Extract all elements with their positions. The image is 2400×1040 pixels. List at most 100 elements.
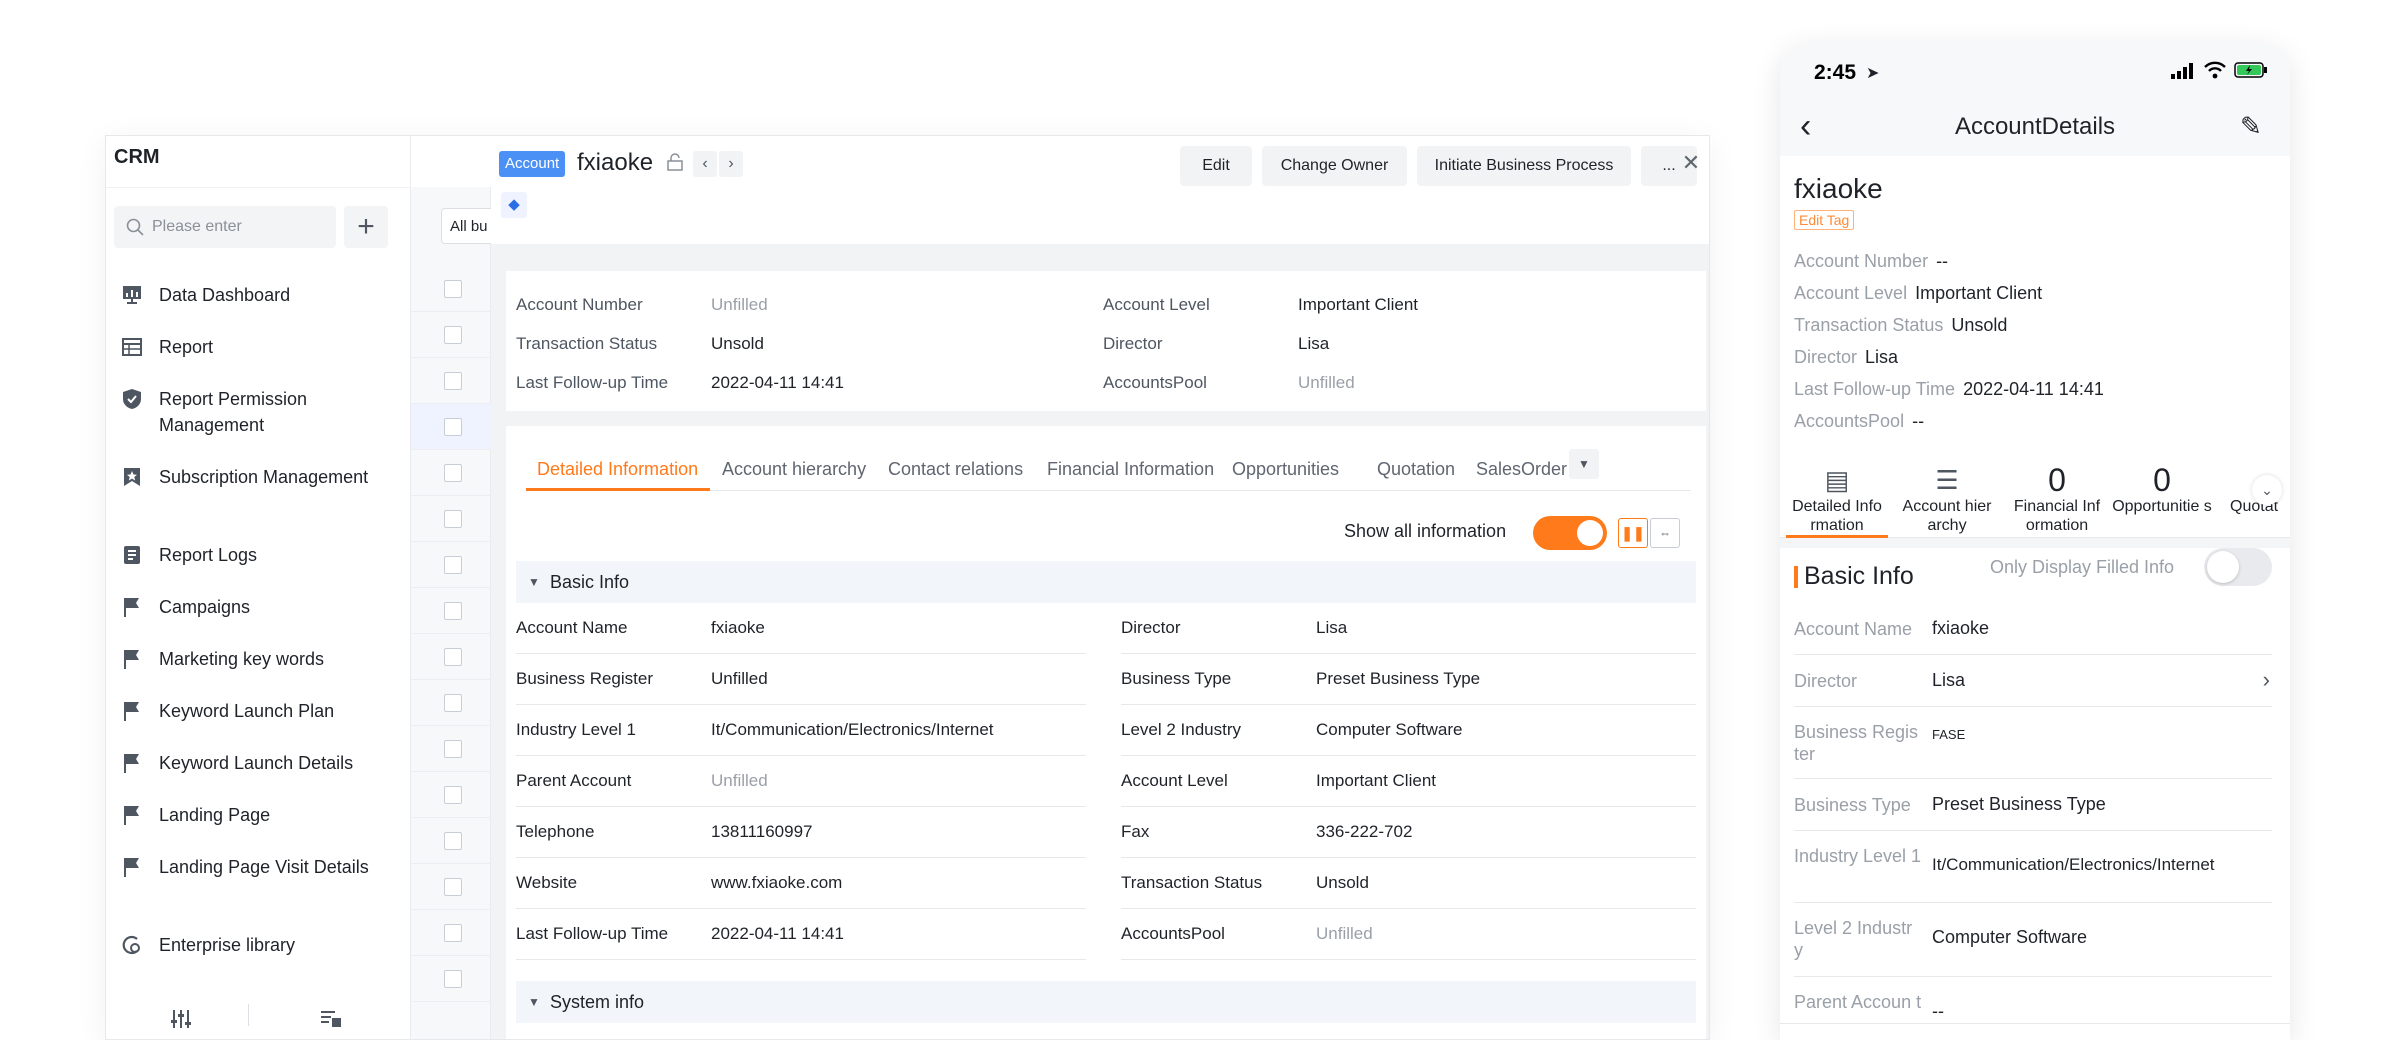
row-checkbox[interactable] — [444, 602, 462, 620]
initiate-business-process-button[interactable]: Initiate Business Process — [1417, 146, 1631, 186]
mobile-tab-financial-info[interactable]: 0 Financial Inf ormation — [2002, 463, 2112, 535]
sidebar-item-landing-page-visit[interactable]: Landing Page Visit Details — [121, 854, 401, 880]
sidebar-item-report[interactable]: Report — [121, 334, 401, 360]
section-basic-info[interactable]: ▼ Basic Info — [516, 561, 1696, 603]
row-checkbox[interactable] — [444, 556, 462, 574]
field-value: -- — [1932, 1001, 1944, 1021]
table-row[interactable] — [411, 312, 491, 358]
pencil-icon[interactable]: ✎ — [2240, 111, 2262, 142]
edit-button[interactable]: Edit — [1180, 146, 1252, 186]
only-filled-toggle[interactable] — [2204, 548, 2272, 586]
sidebar-item-keyword-launch-plan[interactable]: Keyword Launch Plan — [121, 698, 401, 724]
field-row: Level 2 Industry Computer Software — [1121, 705, 1696, 756]
search-icon — [126, 218, 144, 236]
row-checkbox[interactable] — [444, 326, 462, 344]
row-checkbox[interactable] — [444, 648, 462, 666]
mobile-page-title: AccountDetails — [1954, 113, 2116, 140]
row-checkbox[interactable] — [444, 464, 462, 482]
section-system-info[interactable]: ▼ System info — [516, 981, 1696, 1023]
table-row-selected[interactable] — [411, 404, 491, 450]
tab-salesorder[interactable]: SalesOrder — [1476, 459, 1567, 480]
field-label: Business Regis ter — [1794, 722, 1919, 764]
table-row[interactable] — [411, 542, 491, 588]
add-button[interactable]: + — [344, 206, 388, 248]
table-row[interactable] — [411, 588, 491, 634]
row-checkbox[interactable] — [444, 418, 462, 436]
tab-contact-relations[interactable]: Contact relations — [888, 459, 1023, 480]
sidebar-footer — [106, 996, 411, 1039]
two-column-view-icon[interactable]: ❚❚ — [1618, 518, 1648, 548]
row-checkbox[interactable] — [444, 832, 462, 850]
row-checkbox[interactable] — [444, 970, 462, 988]
tab-financial-information[interactable]: Financial Information — [1047, 459, 1214, 480]
mobile-field-row[interactable]: Director Lisa › — [1794, 655, 2272, 707]
field-value: 2022-04-11 14:41 — [711, 924, 844, 943]
expand-view-icon[interactable]: ⇔ — [1650, 518, 1680, 548]
tab-opportunities[interactable]: Opportunities — [1232, 459, 1339, 480]
row-checkbox[interactable] — [444, 372, 462, 390]
mobile-summary-row: Director Lisa — [1794, 347, 1898, 368]
edit-tag-button[interactable]: Edit Tag — [1794, 210, 1855, 230]
flag-icon — [121, 596, 143, 618]
show-all-toggle[interactable] — [1533, 516, 1607, 550]
summary-label: Account Level — [1103, 295, 1210, 314]
next-record-button[interactable]: › — [719, 151, 743, 177]
sidebar-item-keyword-launch-details[interactable]: Keyword Launch Details — [121, 750, 401, 776]
mobile-tab-detailed-info[interactable]: ▤ Detailed Info rmation — [1782, 463, 1892, 535]
sidebar-item-report-logs[interactable]: Report Logs — [121, 542, 401, 568]
wifi-icon — [2204, 61, 2226, 79]
sidebar-item-data-dashboard[interactable]: Data Dashboard — [121, 282, 401, 308]
row-checkbox[interactable] — [444, 694, 462, 712]
field-value: Unsold — [1316, 873, 1369, 892]
mobile-tab-account-hierarchy[interactable]: ☰ Account hier archy — [1892, 463, 2002, 535]
select-all-checkbox[interactable] — [444, 280, 462, 298]
sidebar-item-label: Keyword Launch Plan — [159, 701, 335, 721]
tab-quotation[interactable]: Quotation — [1377, 459, 1455, 480]
field-row: Website www.fxiaoke.com — [516, 858, 1086, 909]
close-icon[interactable]: ✕ — [1680, 152, 1702, 174]
table-icon — [121, 336, 143, 358]
table-row[interactable] — [411, 496, 491, 542]
signal-icon — [2171, 63, 2193, 79]
field-value: fxiaoke — [711, 618, 765, 637]
row-checkbox[interactable] — [444, 786, 462, 804]
tab-dropdown-button[interactable]: ▼ — [1569, 449, 1599, 479]
table-row[interactable] — [411, 956, 491, 1002]
menu-config-icon[interactable] — [256, 1010, 406, 1028]
table-row[interactable] — [411, 450, 491, 496]
prev-record-button[interactable]: ‹ — [693, 151, 717, 177]
mobile-bottom-bar — [1780, 1023, 2290, 1040]
sidebar-item-subscription[interactable]: Subscription Management — [121, 464, 401, 490]
chevron-down-icon[interactable]: ⌄ — [2252, 475, 2282, 505]
sidebar-item-landing-page[interactable]: Landing Page — [121, 802, 401, 828]
mobile-tab-opportunities[interactable]: 0 Opportunitie s — [2107, 463, 2217, 516]
table-row[interactable] — [411, 726, 491, 772]
field-label: Director — [1794, 671, 1858, 691]
row-checkbox[interactable] — [444, 510, 462, 528]
table-row[interactable] — [411, 818, 491, 864]
field-row: Industry Level 1 It/Communication/Electr… — [516, 705, 1086, 756]
field-label: Industry Level 1 — [516, 720, 637, 739]
tab-account-hierarchy[interactable]: Account hierarchy — [722, 459, 866, 480]
sidebar-item-campaigns[interactable]: Campaigns — [121, 594, 401, 620]
search-input[interactable]: Please enter — [114, 206, 336, 248]
sidebar-item-report-permission[interactable]: Report Permission Management — [121, 386, 401, 438]
tag-icon[interactable]: ◆ — [501, 192, 527, 218]
field-row: Account Name fxiaoke — [516, 603, 1086, 654]
sidebar-item-marketing-keywords[interactable]: Marketing key words — [121, 646, 401, 672]
table-row[interactable] — [411, 910, 491, 956]
mobile-tab-count: 0 — [2153, 462, 2171, 498]
table-row[interactable] — [411, 680, 491, 726]
table-row[interactable] — [411, 358, 491, 404]
row-checkbox[interactable] — [444, 924, 462, 942]
row-checkbox[interactable] — [444, 878, 462, 896]
sidebar-item-enterprise-library[interactable]: Enterprise library — [121, 932, 401, 958]
field-row: Fax 336-222-702 — [1121, 807, 1696, 858]
change-owner-button[interactable]: Change Owner — [1262, 146, 1407, 186]
table-row[interactable] — [411, 864, 491, 910]
settings-sliders-icon[interactable] — [106, 1009, 256, 1029]
row-checkbox[interactable] — [444, 740, 462, 758]
table-row[interactable] — [411, 772, 491, 818]
table-row[interactable] — [411, 634, 491, 680]
tab-detailed-information[interactable]: Detailed Information — [537, 459, 698, 480]
